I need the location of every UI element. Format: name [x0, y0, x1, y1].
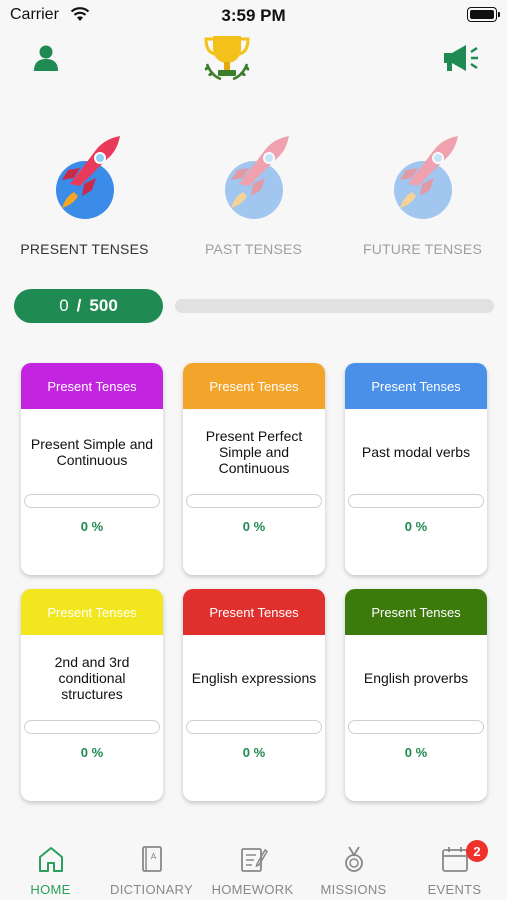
lesson-card[interactable]: Present Tenses Past modal verbs 0 % — [345, 363, 487, 575]
lesson-title-wrap: 2nd and 3rd conditional structures — [27, 635, 157, 763]
status-bar: Carrier 3:59 PM — [0, 0, 507, 30]
lesson-percent: 0 % — [242, 745, 266, 760]
lesson-card-header: Present Tenses — [183, 589, 325, 635]
tab-label: HOME — [30, 882, 71, 897]
lesson-title-wrap: English proverbs — [351, 635, 481, 763]
score-progress: 0 / 500 — [14, 289, 494, 323]
score-max: 500 — [89, 296, 118, 315]
tab-label: DICTIONARY — [110, 882, 193, 897]
lesson-title: Present Simple and Continuous — [30, 436, 154, 468]
tab-missions[interactable]: MISSIONS — [303, 830, 404, 900]
lesson-card-header: Present Tenses — [21, 363, 163, 409]
lesson-progress-bar — [186, 720, 322, 734]
lesson-card-header: Present Tenses — [345, 589, 487, 635]
category-label: PAST TENSES — [204, 241, 303, 257]
rocket-icon — [225, 136, 289, 219]
lesson-title-wrap: Present Perfect Simple and Continuous — [189, 409, 319, 537]
tab-home[interactable]: HOME — [0, 830, 101, 900]
score-pill: 0 / 500 — [14, 289, 163, 323]
lesson-percent: 0 % — [80, 745, 104, 760]
category-future-tenses[interactable]: FUTURE TENSES — [338, 120, 507, 265]
header — [0, 30, 507, 90]
lesson-title-wrap: Present Simple and Continuous — [27, 409, 157, 537]
lesson-card[interactable]: Present Tenses Present Simple and Contin… — [21, 363, 163, 575]
battery-icon — [467, 7, 500, 22]
lesson-card-header: Present Tenses — [345, 363, 487, 409]
score-current: 0 — [59, 296, 69, 315]
lesson-card[interactable]: Present Tenses 2nd and 3rd conditional s… — [21, 589, 163, 801]
trophy-icon — [204, 36, 250, 81]
rocket-icon — [56, 136, 120, 219]
tab-label: MISSIONS — [320, 882, 387, 897]
home-icon — [39, 847, 63, 872]
lesson-percent: 0 % — [80, 519, 104, 534]
clock: 3:59 PM — [221, 6, 286, 25]
lesson-card[interactable]: Present Tenses English proverbs 0 % — [345, 589, 487, 801]
tab-label: HOMEWORK — [211, 882, 294, 897]
events-badge: 2 — [466, 840, 488, 862]
lesson-percent: 0 % — [404, 745, 428, 760]
lesson-progress-bar — [348, 720, 484, 734]
lesson-title-wrap: Past modal verbs — [351, 409, 481, 537]
tab-dictionary[interactable]: A DICTIONARY — [101, 830, 202, 900]
overall-progress-bar — [175, 299, 494, 313]
dictionary-icon: A — [142, 846, 162, 872]
megaphone-icon[interactable] — [440, 42, 482, 74]
lesson-card-header: Present Tenses — [183, 363, 325, 409]
rocket-icon — [394, 136, 458, 219]
category-past-tenses[interactable]: PAST TENSES — [169, 120, 338, 265]
lesson-card[interactable]: Present Tenses Present Perfect Simple an… — [183, 363, 325, 575]
svg-text:A: A — [151, 852, 157, 861]
lesson-card[interactable]: Present Tenses English expressions 0 % — [183, 589, 325, 801]
lesson-title: English expressions — [191, 670, 317, 686]
homework-icon — [241, 848, 268, 872]
category-label: FUTURE TENSES — [362, 241, 483, 257]
medal-icon — [345, 846, 363, 872]
category-selector: PRESENT TENSES PAST TENSES FUTURE TENSES — [0, 120, 507, 270]
lesson-percent: 0 % — [404, 519, 428, 534]
lesson-title: 2nd and 3rd conditional structures — [54, 654, 130, 702]
lesson-percent: 0 % — [242, 519, 266, 534]
category-present-tenses[interactable]: PRESENT TENSES — [0, 120, 169, 265]
category-label: PRESENT TENSES — [20, 241, 149, 257]
score-separator: / — [76, 296, 82, 315]
tab-bar: HOME A DICTIONARY HOMEWORK MISSIONS 2 EV… — [0, 830, 507, 900]
lesson-title: Past modal verbs — [361, 444, 471, 460]
lesson-progress-bar — [24, 720, 160, 734]
lesson-progress-bar — [186, 494, 322, 508]
person-icon[interactable] — [30, 42, 62, 74]
tab-events[interactable]: 2 EVENTS — [404, 830, 505, 900]
lesson-title-wrap: English expressions — [189, 635, 319, 763]
tab-label: EVENTS — [427, 882, 482, 897]
lesson-title: English proverbs — [363, 670, 469, 686]
tab-homework[interactable]: HOMEWORK — [202, 830, 303, 900]
lesson-title: Present Perfect Simple and Continuous — [205, 428, 303, 476]
lesson-progress-bar — [24, 494, 160, 508]
lesson-progress-bar — [348, 494, 484, 508]
lesson-card-header: Present Tenses — [21, 589, 163, 635]
